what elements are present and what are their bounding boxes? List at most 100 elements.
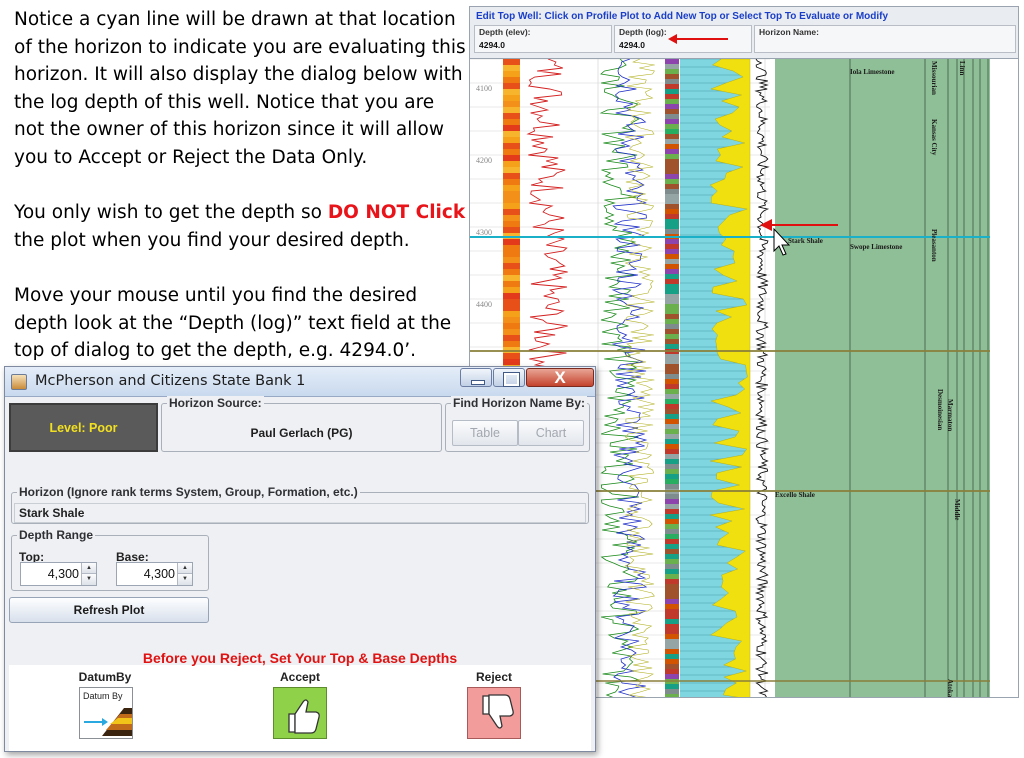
find-by-table-button[interactable]: Table	[452, 420, 518, 446]
top-depth-value[interactable]: 4,300	[48, 567, 79, 581]
lithology-cell	[665, 414, 679, 419]
log-color-cell	[503, 119, 520, 125]
lithology-cell	[665, 59, 679, 64]
log-color-cell	[503, 185, 520, 191]
unit-label: Atoka	[946, 679, 954, 698]
dialog-titlebar[interactable]: McPherson and Citizens State Bank 1 X	[5, 367, 595, 397]
lithology-cell	[665, 649, 679, 654]
lithology-cell	[665, 319, 679, 324]
lithology-cell	[665, 249, 679, 254]
horizon-name-field[interactable]: Stark Shale	[14, 503, 586, 523]
refresh-plot-button[interactable]: Refresh Plot	[9, 597, 209, 623]
lithology-cell	[665, 564, 679, 569]
log-color-cell	[503, 239, 520, 245]
accept-button[interactable]	[273, 687, 327, 739]
lithology-cell	[665, 169, 679, 174]
datum-by-label: DatumBy	[78, 670, 132, 684]
lithology-cell	[665, 589, 679, 594]
lithology-cell	[665, 584, 679, 589]
level-badge: Level: Poor	[9, 403, 158, 452]
horizon-top-label: Swope Limestone	[850, 243, 902, 251]
lithology-cell	[665, 104, 679, 109]
lithology-cell	[665, 519, 679, 524]
find-horizon-group: Find Horizon Name By: Table Chart	[445, 396, 590, 452]
lithology-cell	[665, 504, 679, 509]
base-depth-value[interactable]: 4,300	[144, 567, 175, 581]
base-depth-spinner[interactable]: 4,300 ▲ ▼	[116, 562, 193, 586]
lithology-cell	[665, 174, 679, 179]
datum-strata-icon	[84, 708, 132, 736]
log-color-cell	[503, 77, 520, 83]
datum-by-button[interactable]: Datum By	[79, 687, 133, 739]
lithology-cell	[665, 674, 679, 679]
lithology-cell	[665, 339, 679, 344]
lithology-cell	[665, 684, 679, 689]
plot-header: Edit Top Well: Click on Profile Plot to …	[470, 7, 1018, 59]
log-color-cell	[503, 197, 520, 203]
lithology-cell	[665, 614, 679, 619]
depth-range-group: Depth Range Top: 4,300 ▲ ▼ Base: 4,300 ▲…	[11, 528, 209, 591]
horizon-source-title: Horizon Source:	[167, 396, 264, 410]
horizon-group-title: Horizon (Ignore rank terms System, Group…	[17, 485, 360, 499]
lithology-cell	[665, 149, 679, 154]
log-color-cell	[503, 83, 520, 89]
lithology-cell	[665, 69, 679, 74]
top-depth-spinner[interactable]: 4,300 ▲ ▼	[20, 562, 97, 586]
lithology-cell	[665, 549, 679, 554]
instruction-p2-prefix: You only wish to get the depth so	[14, 202, 328, 224]
lithology-cell	[665, 164, 679, 169]
lithology-cell	[665, 259, 679, 264]
lithology-cell	[665, 314, 679, 319]
lithology-cell	[665, 559, 679, 564]
lithology-cell	[665, 284, 679, 289]
lithology-cell	[665, 114, 679, 119]
lithology-cell	[665, 404, 679, 409]
log-color-cell	[503, 161, 520, 167]
lithology-cell	[665, 154, 679, 159]
log-color-cell	[503, 125, 520, 131]
depth-elev-field[interactable]: 4294.0	[479, 40, 505, 50]
lithology-cell	[665, 609, 679, 614]
lithology-cell	[665, 199, 679, 204]
reject-button[interactable]	[467, 687, 521, 739]
dialog-body: Level: Poor Horizon Source: Paul Gerlach…	[5, 396, 595, 753]
top-spin-up-icon[interactable]: ▲	[81, 563, 96, 574]
lithology-cell	[665, 334, 679, 339]
depth-log-field[interactable]: 4294.0	[619, 40, 645, 50]
do-not-click-warning: DO NOT Click	[327, 202, 466, 224]
lithology-cell	[665, 469, 679, 474]
log-color-cell	[503, 107, 520, 113]
evaluate-horizon-dialog: McPherson and Citizens State Bank 1 X Le…	[4, 366, 596, 752]
log-color-cell	[503, 59, 520, 65]
lithology-cell	[665, 694, 679, 697]
lithology-cell	[665, 179, 679, 184]
lithology-cell	[665, 514, 679, 519]
lithology-cell	[665, 379, 679, 384]
maximize-button[interactable]	[493, 368, 525, 387]
lithology-cell	[665, 634, 679, 639]
lithology-cell	[665, 399, 679, 404]
depth-tick-label: 4300	[476, 228, 492, 237]
base-spin-up-icon[interactable]: ▲	[177, 563, 192, 574]
lithology-cell	[665, 639, 679, 644]
lithology-cell	[665, 99, 679, 104]
depth-elev-box: Depth (elev): 4294.0	[474, 25, 612, 53]
lithology-cell	[665, 569, 679, 574]
lithology-cell	[665, 389, 679, 394]
base-spin-down-icon[interactable]: ▼	[177, 574, 192, 585]
close-button[interactable]: X	[526, 368, 594, 387]
minimize-button[interactable]	[460, 368, 492, 387]
lithology-cell	[665, 159, 679, 164]
horizon-name-label: Horizon Name:	[759, 27, 819, 37]
lithology-cell	[665, 424, 679, 429]
lithology-cell	[665, 214, 679, 219]
horizon-source-value: Paul Gerlach (PG)	[250, 426, 353, 440]
find-by-chart-button[interactable]: Chart	[518, 420, 584, 446]
lithology-cell	[665, 624, 679, 629]
lithology-cell	[665, 594, 679, 599]
top-spin-down-icon[interactable]: ▼	[81, 574, 96, 585]
lithology-cell	[665, 664, 679, 669]
log-color-cell	[503, 191, 520, 197]
lithology-cell	[665, 74, 679, 79]
lithology-cell	[665, 534, 679, 539]
